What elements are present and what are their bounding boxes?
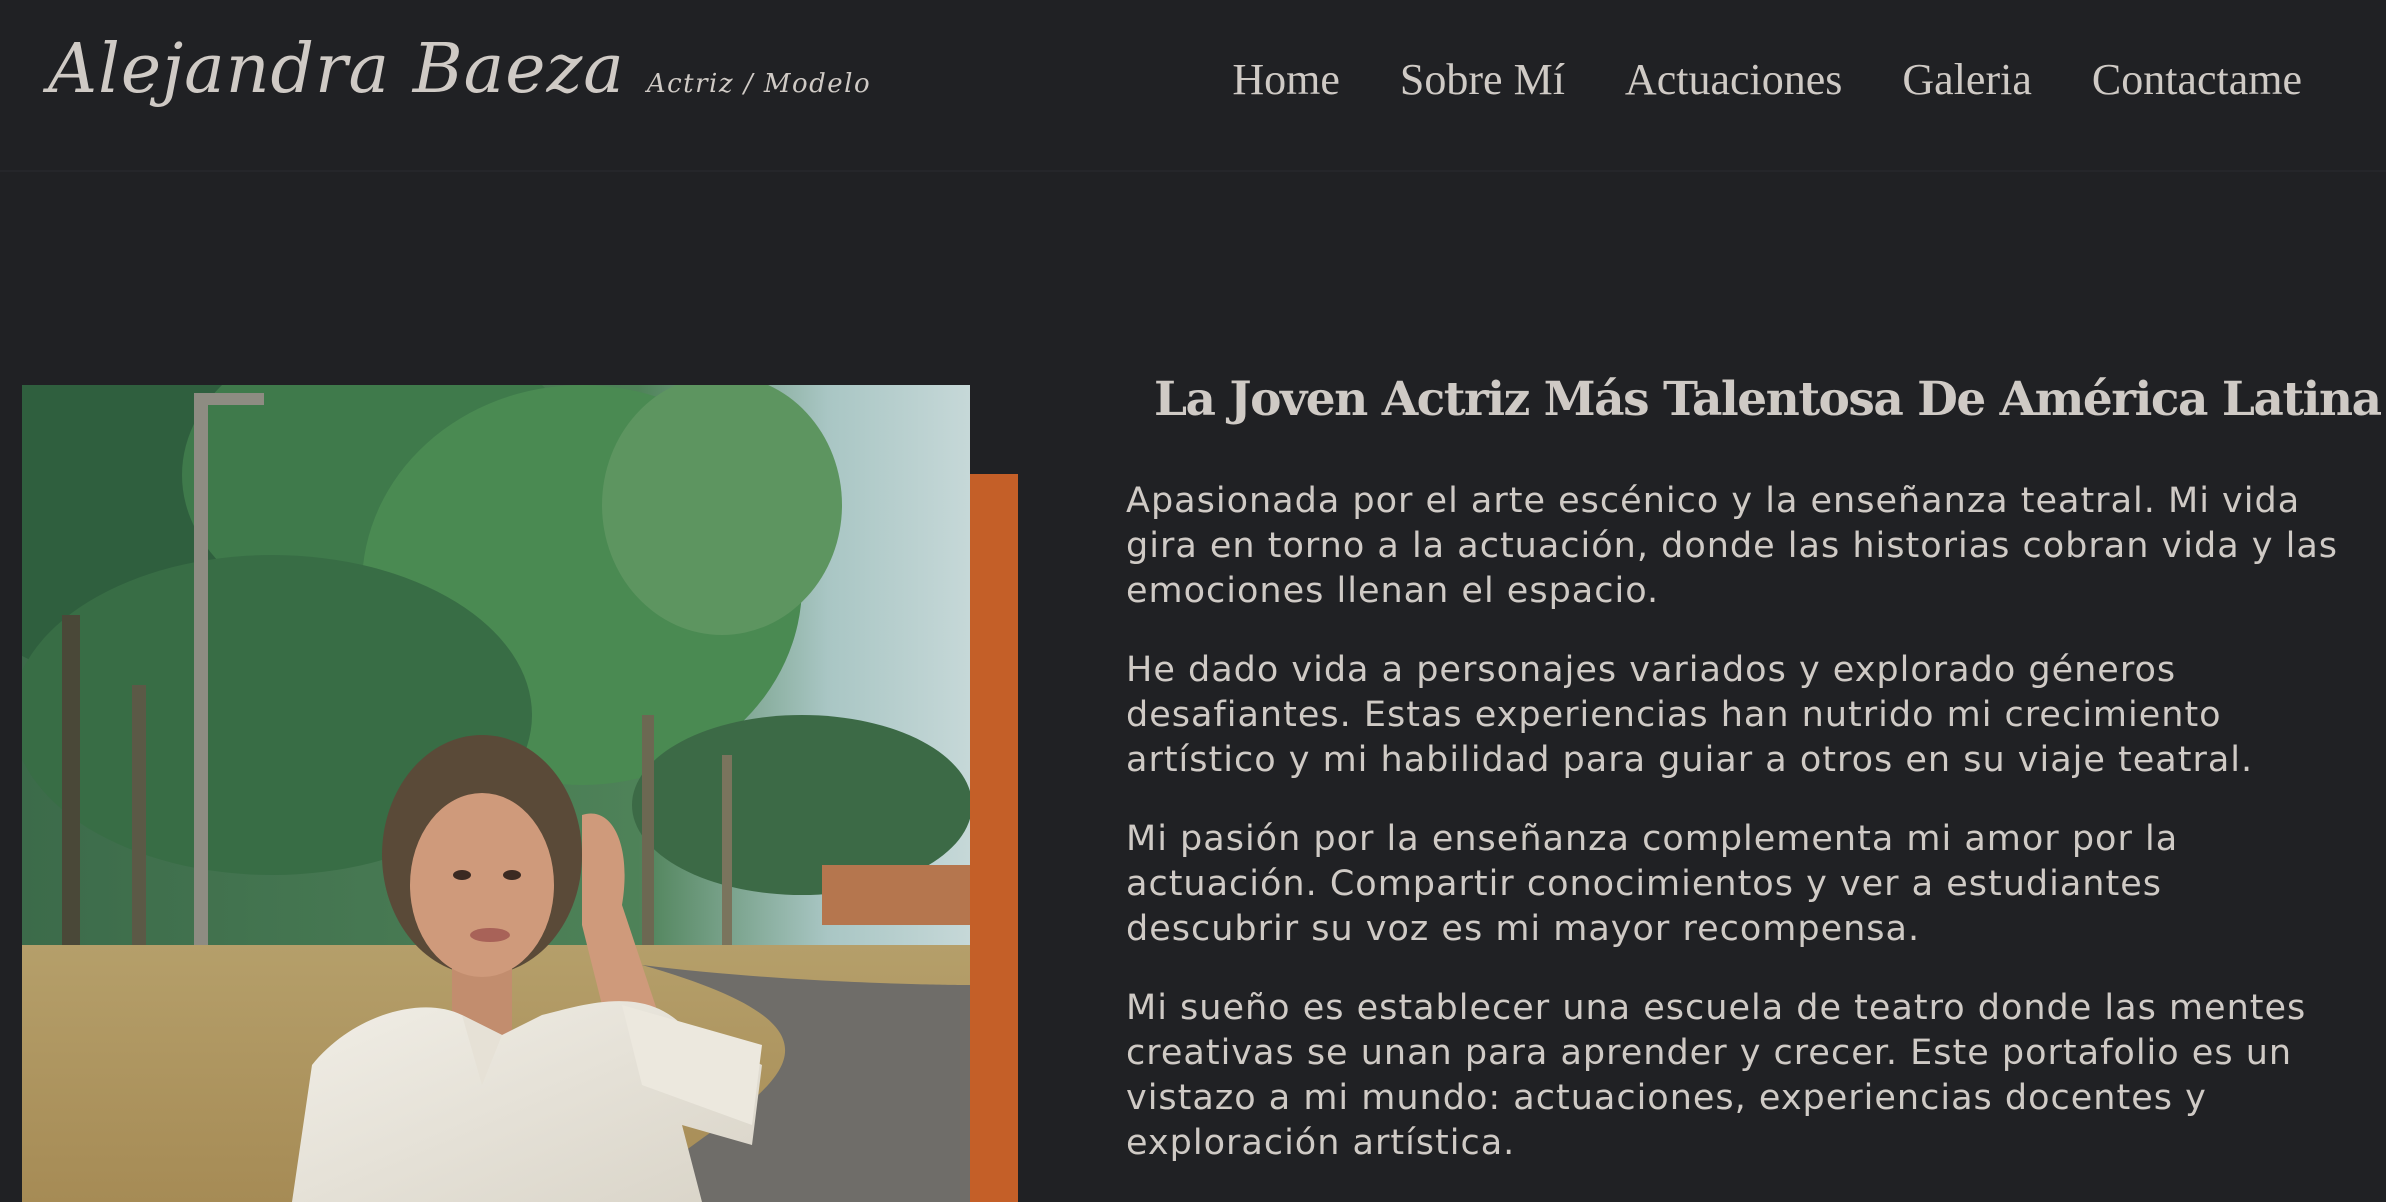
brand-subtitle: Actriz / Modelo	[646, 69, 872, 99]
main-nav: Home Sobre Mí Actuaciones Galeria Contac…	[1232, 54, 2302, 105]
about-paragraph: Apasionada por el arte escénico y la ens…	[1126, 481, 2339, 611]
about-section: La Joven Actriz Más Talentosa De América…	[1126, 372, 2382, 1200]
portrait-photo	[22, 385, 970, 1202]
nav-link-sobre-mi[interactable]: Sobre Mí	[1400, 54, 1565, 105]
nav-link-contactame[interactable]: Contactame	[2092, 54, 2302, 105]
site-header: Alejandra Baeza Actriz / Modelo Home Sob…	[0, 0, 2386, 172]
about-paragraph: He dado vida a personajes variados y exp…	[1126, 650, 2254, 780]
brand-name: Alejandra Baeza	[48, 30, 625, 109]
about-headline: La Joven Actriz Más Talentosa De América…	[1154, 372, 2382, 427]
brand[interactable]: Alejandra Baeza Actriz / Modelo	[48, 30, 871, 109]
nav-link-actuaciones[interactable]: Actuaciones	[1625, 54, 1842, 105]
nav-link-home[interactable]: Home	[1232, 54, 1340, 105]
about-paragraph: Mi sueño es establecer una escuela de te…	[1126, 988, 2307, 1163]
about-paragraph: Mi pasión por la enseñanza complementa m…	[1126, 819, 2179, 949]
nav-link-galeria[interactable]: Galeria	[1902, 54, 2031, 105]
portrait-illustration	[22, 385, 970, 1202]
